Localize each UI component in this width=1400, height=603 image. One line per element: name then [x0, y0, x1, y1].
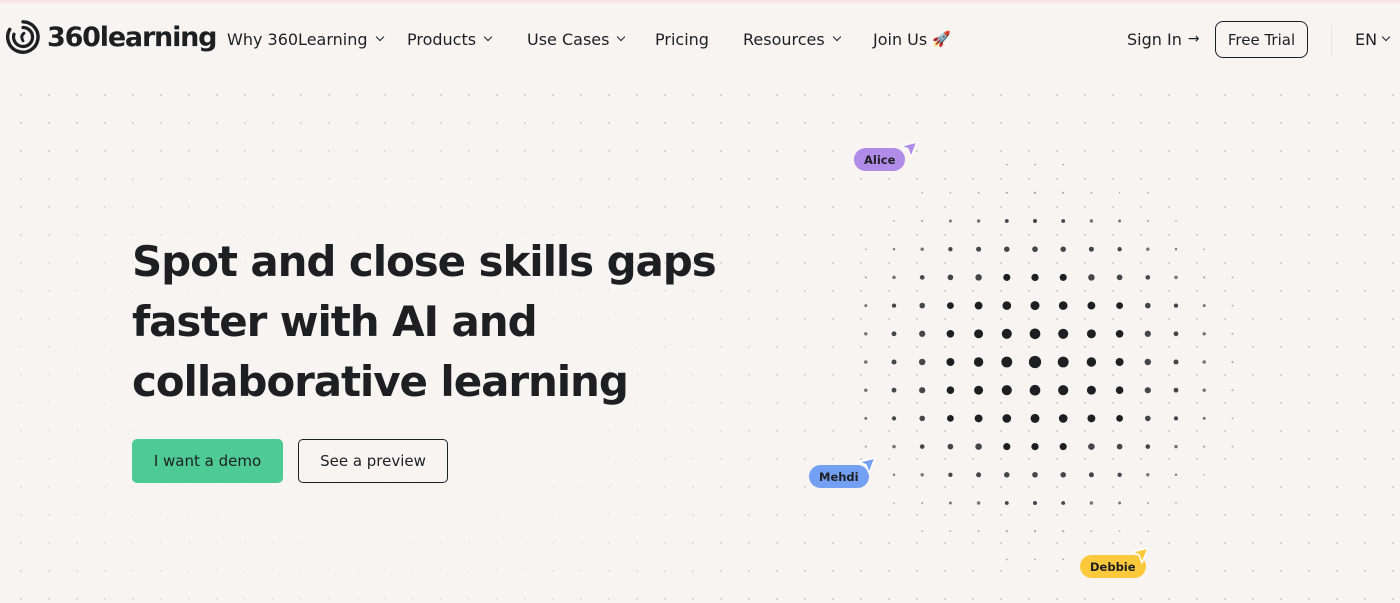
chevron-down-icon: [832, 32, 841, 41]
nav-use-cases[interactable]: Use Cases: [527, 3, 626, 75]
chevron-down-icon: [483, 32, 493, 41]
headline-line: collaborative learning: [132, 357, 629, 406]
headline-line: Spot and close skills gaps: [132, 237, 717, 286]
arrow-right-icon: →: [1187, 31, 1200, 47]
see-preview-button[interactable]: See a preview: [298, 439, 448, 483]
nav-why-360learning[interactable]: Why 360Learning: [227, 3, 384, 75]
nav-label: Use Cases: [527, 29, 610, 49]
free-trial-button[interactable]: Free Trial: [1215, 21, 1308, 58]
cursor-pointer-icon: [900, 141, 918, 158]
nav-label: Why 360Learning: [227, 29, 368, 49]
nav-label: Products: [407, 29, 477, 49]
360learning-logo-icon: [6, 20, 40, 54]
brand-logo-link[interactable]: 360learning: [4, 17, 217, 57]
chevron-down-icon: [375, 32, 384, 41]
sign-in-label: Sign In: [1127, 29, 1182, 49]
header-divider: [1331, 25, 1332, 57]
nav-label: Join Us: [873, 29, 928, 49]
language-selector[interactable]: EN: [1355, 3, 1391, 75]
nav-pricing[interactable]: Pricing: [655, 3, 709, 75]
nav-join-us[interactable]: Join Us 🚀: [873, 3, 951, 75]
rocket-icon: 🚀: [932, 30, 951, 48]
cursor-pointer-icon: [1131, 547, 1149, 564]
nav-resources[interactable]: Resources: [743, 3, 841, 75]
request-demo-button[interactable]: I want a demo: [132, 439, 283, 483]
nav-products[interactable]: Products: [407, 3, 493, 75]
chevron-down-icon: [1381, 32, 1391, 41]
language-label: EN: [1355, 29, 1378, 49]
nav-label: Pricing: [655, 29, 709, 49]
headline-line: faster with AI and: [132, 297, 538, 346]
chevron-down-icon: [617, 32, 626, 41]
site-header: 360learning Why 360Learning Products Use…: [0, 3, 1400, 75]
sign-in-link[interactable]: Sign In →: [1127, 3, 1200, 75]
brand-name: 360learning: [47, 21, 217, 53]
cursor-pointer-icon: [858, 457, 876, 474]
nav-label: Resources: [743, 29, 825, 49]
hero-headline: Spot and close skills gaps faster with A…: [132, 232, 732, 412]
